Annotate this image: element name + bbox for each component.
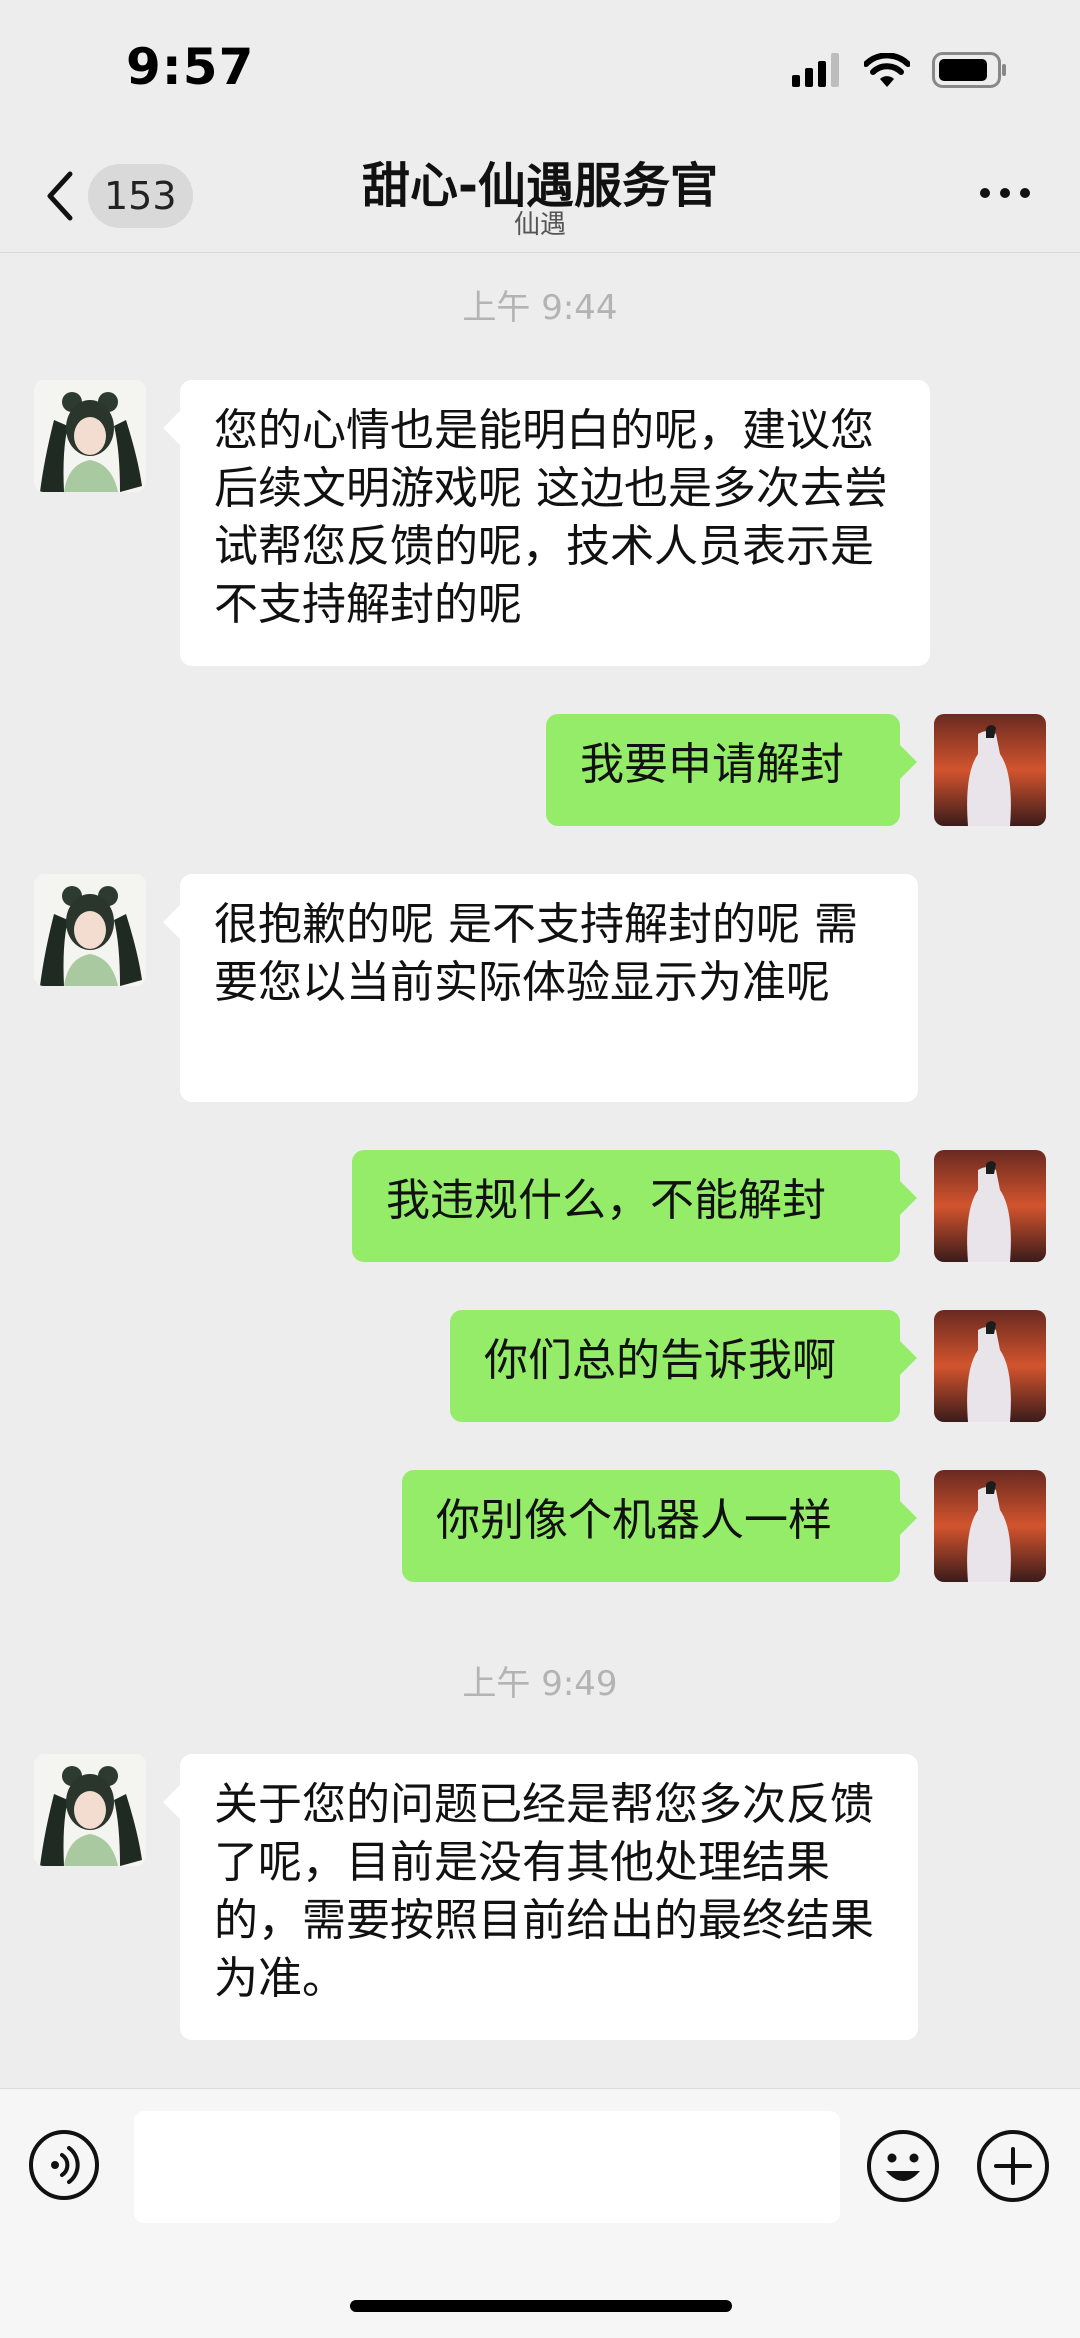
- more-dots-icon[interactable]: [980, 188, 1030, 198]
- agent-avatar[interactable]: [34, 874, 146, 986]
- message-text: 您的心情也是能明白的呢，建议您后续文明游戏呢 这边也是多次去尝试帮您反馈的呢，技…: [214, 405, 888, 630]
- incoming-message: 您的心情也是能明白的呢，建议您后续文明游戏呢 这边也是多次去尝试帮您反馈的呢，技…: [180, 380, 930, 666]
- message-text: 你们总的告诉我啊: [484, 1335, 836, 1386]
- timestamp: 上午 9:44: [462, 288, 618, 328]
- voice-icon[interactable]: [28, 2129, 100, 2201]
- incoming-message: 很抱歉的呢 是不支持解封的呢 需要您以当前实际体验显示为准呢: [180, 874, 918, 1102]
- agent-avatar[interactable]: [34, 1754, 146, 1866]
- cellular-signal-icon: [792, 53, 839, 87]
- chat-header: 153 甜心-仙遇服务官 仙遇: [0, 140, 1080, 253]
- user-avatar[interactable]: [934, 1150, 1046, 1262]
- home-indicator: [350, 2300, 732, 2312]
- message-text: 很抱歉的呢 是不支持解封的呢 需要您以当前实际体验显示为准呢: [214, 899, 858, 1008]
- outgoing-message: 我要申请解封: [546, 714, 900, 826]
- message-text: 关于您的问题已经是帮您多次反馈了呢，目前是没有其他处理结果的，需要按照目前给出的…: [214, 1779, 874, 2004]
- status-bar: 9:57: [0, 0, 1080, 140]
- chat-subtitle: 仙遇: [513, 210, 566, 240]
- status-icons: [792, 52, 1008, 88]
- incoming-message: 关于您的问题已经是帮您多次反馈了呢，目前是没有其他处理结果的，需要按照目前给出的…: [180, 1754, 918, 2040]
- message-input[interactable]: [134, 2111, 840, 2223]
- outgoing-message: 你别像个机器人一样: [402, 1470, 900, 1582]
- user-avatar[interactable]: [934, 714, 1046, 826]
- outgoing-message: 你们总的告诉我啊: [450, 1310, 900, 1422]
- battery-icon: [932, 52, 1006, 88]
- wifi-icon: [864, 53, 910, 87]
- outgoing-message: 我违规什么，不能解封: [352, 1150, 900, 1262]
- agent-avatar[interactable]: [34, 380, 146, 492]
- user-avatar[interactable]: [934, 1470, 1046, 1582]
- emoji-icon[interactable]: [866, 2129, 940, 2203]
- status-time: 9:57: [126, 38, 255, 96]
- message-text: 我要申请解封: [580, 739, 844, 790]
- timestamp: 上午 9:49: [462, 1664, 618, 1704]
- message-text: 我违规什么，不能解封: [386, 1175, 826, 1226]
- user-avatar[interactable]: [934, 1310, 1046, 1422]
- plus-icon[interactable]: [976, 2129, 1050, 2203]
- message-text: 你别像个机器人一样: [436, 1495, 832, 1546]
